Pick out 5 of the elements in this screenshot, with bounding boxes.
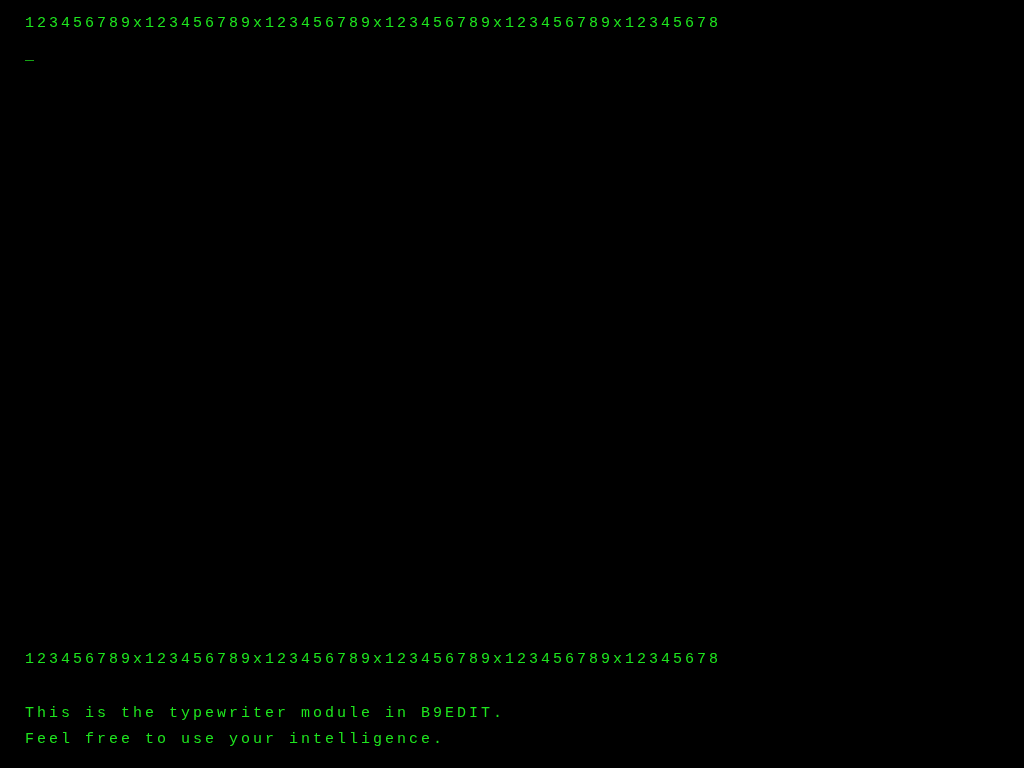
text-cursor: _	[25, 47, 37, 64]
message-text: Feel free to use your intelligence.	[25, 731, 446, 748]
message-text: This is the typewriter module in B9EDIT.	[25, 705, 506, 722]
column-ruler: 123456789x123456789x123456789x123456789x123456789x12345678	[25, 15, 722, 32]
column-ruler: 123456789x123456789x123456789x123456789x123456789x12345678	[25, 651, 722, 668]
